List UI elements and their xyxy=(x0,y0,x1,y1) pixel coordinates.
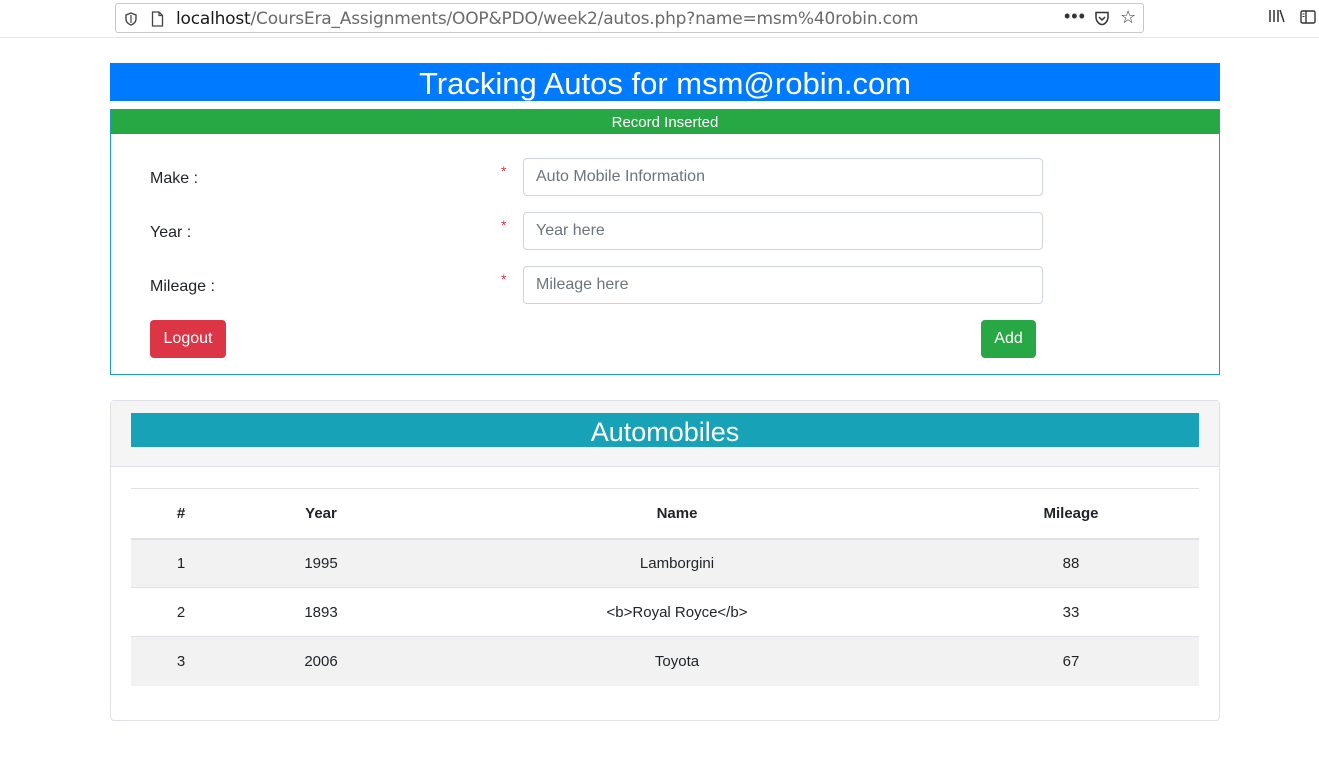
mileage-required-mark: * xyxy=(501,271,507,287)
cell-year: 1995 xyxy=(231,538,411,588)
auto-form: Record Inserted Make : * Year : * Mileag… xyxy=(110,109,1220,375)
cell-number: 3 xyxy=(131,636,231,686)
automobiles-card-header: Automobiles xyxy=(111,401,1219,467)
cell-mileage: 33 xyxy=(943,587,1199,637)
mileage-label: Mileage : xyxy=(150,278,215,295)
cell-name: Toyota xyxy=(411,636,943,686)
mileage-input[interactable] xyxy=(523,266,1043,304)
sidebar-icon[interactable] xyxy=(1300,10,1316,29)
column-header-mileage: Mileage xyxy=(943,488,1199,540)
automobiles-table: # Year Name Mileage 1 1995 Lamborgini 88… xyxy=(131,488,1199,686)
library-icon[interactable] xyxy=(1268,9,1286,28)
cell-name: Lamborgini xyxy=(411,538,943,588)
make-label: Make : xyxy=(150,170,199,187)
table-row: 3 2006 Toyota 67 xyxy=(131,636,1199,686)
year-label: Year : xyxy=(150,224,192,241)
automobiles-title: Automobiles xyxy=(131,413,1199,447)
more-actions-icon[interactable]: ••• xyxy=(1064,6,1086,27)
make-required-mark: * xyxy=(501,163,507,179)
pocket-icon[interactable] xyxy=(1094,11,1110,31)
address-bar[interactable]: localhost/CoursEra_Assignments/OOP&PDO/w… xyxy=(115,3,1144,33)
page-title: Tracking Autos for msm@robin.com xyxy=(110,63,1220,101)
shield-icon[interactable] xyxy=(124,12,138,31)
make-input[interactable] xyxy=(523,158,1043,196)
year-required-mark: * xyxy=(501,217,507,233)
table-header-row: # Year Name Mileage xyxy=(131,488,1199,540)
url-host: localhost xyxy=(176,9,251,29)
browser-toolbar: localhost/CoursEra_Assignments/OOP&PDO/w… xyxy=(0,0,1319,38)
cell-number: 1 xyxy=(131,538,231,588)
cell-mileage: 88 xyxy=(943,538,1199,588)
success-alert: Record Inserted xyxy=(111,110,1219,134)
year-input[interactable] xyxy=(523,212,1043,250)
cell-name: <b>Royal Royce</b> xyxy=(411,587,943,637)
logout-button[interactable]: Logout xyxy=(150,320,226,358)
table-row: 2 1893 <b>Royal Royce</b> 33 xyxy=(131,587,1199,637)
add-button[interactable]: Add xyxy=(981,320,1036,358)
cell-year: 1893 xyxy=(231,587,411,637)
page-icon[interactable] xyxy=(151,11,164,32)
automobiles-card: Automobiles # Year Name Mileage 1 1995 L… xyxy=(110,400,1220,721)
bookmark-star-icon[interactable]: ☆ xyxy=(1120,8,1136,26)
url-path: /CoursEra_Assignments/OOP&PDO/week2/auto… xyxy=(250,9,919,29)
column-header-year: Year xyxy=(231,488,411,540)
table-row: 1 1995 Lamborgini 88 xyxy=(131,538,1199,588)
cell-number: 2 xyxy=(131,587,231,637)
cell-year: 2006 xyxy=(231,636,411,686)
url-text[interactable]: localhost/CoursEra_Assignments/OOP&PDO/w… xyxy=(176,9,919,29)
column-header-name: Name xyxy=(411,488,943,540)
column-header-number: # xyxy=(131,488,231,540)
cell-mileage: 67 xyxy=(943,636,1199,686)
